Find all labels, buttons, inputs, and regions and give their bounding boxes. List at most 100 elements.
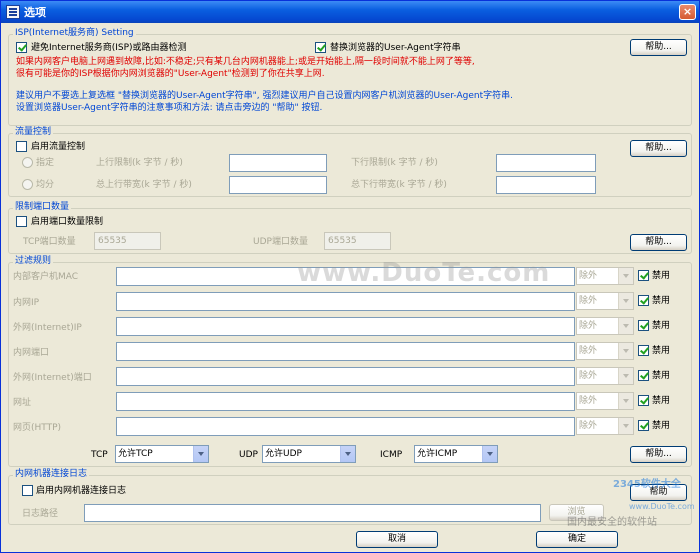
udp-port-count-label: UDP端口数量 <box>253 237 308 247</box>
filter-ban-label: 禁用 <box>652 321 671 331</box>
window-title: 选项 <box>24 6 46 19</box>
total-download-label: 总下行带宽(k 字节 / 秒) <box>351 180 447 190</box>
fixed-radio[interactable] <box>22 157 33 168</box>
filter-lan-ip-ban-checkbox[interactable] <box>638 295 649 306</box>
tcp-port-count-input[interactable]: 65535 <box>94 232 161 250</box>
enable-connection-log-checkbox[interactable] <box>22 485 33 496</box>
flow-control-group-title: 流量控制 <box>13 127 54 138</box>
replace-user-agent-label: 替换浏览器的User-Agent字符串 <box>330 43 461 53</box>
filter-lan-port-ban-checkbox[interactable] <box>638 345 649 356</box>
isp-warning-line-1: 如果内网客户电脑上网遇到故障,比如:不稳定;只有某几台内网机器能上;或是开始能上… <box>16 57 475 67</box>
chevron-down-icon <box>618 293 633 309</box>
isp-info-line-2: 设置浏览器User-Agent字符串的注意事项和方法: 请点击旁边的 "帮助" … <box>16 103 323 113</box>
chevron-down-icon <box>193 446 208 462</box>
filter-lan-port-input[interactable] <box>116 342 575 361</box>
filter-lan-port-mode-select[interactable]: 除外 <box>576 342 634 360</box>
flow-help-button[interactable]: 帮助... <box>630 140 687 157</box>
replace-user-agent-checkbox[interactable] <box>315 42 326 53</box>
isp-help-button[interactable]: 帮助... <box>630 39 687 56</box>
filter-wan-ip-mode-select[interactable]: 除外 <box>576 317 634 335</box>
chevron-down-icon <box>618 368 633 384</box>
filter-rules-group-title: 过滤规则 <box>13 256 54 267</box>
fixed-label: 指定 <box>36 158 55 168</box>
tcp-label: TCP <box>91 450 108 460</box>
filter-mode-value: 除外 <box>579 321 598 331</box>
tcp-select[interactable]: 允许TCP <box>115 445 209 463</box>
icmp-select[interactable]: 允许ICMP <box>414 445 498 463</box>
filter-url-ban-checkbox[interactable] <box>638 395 649 406</box>
udp-select[interactable]: 允许UDP <box>262 445 356 463</box>
chevron-down-icon <box>340 446 355 462</box>
window-icon <box>6 5 20 19</box>
enable-port-limit-label: 启用端口数量限制 <box>31 217 104 227</box>
filter-wan-ip-ban-checkbox[interactable] <box>638 320 649 331</box>
chevron-down-icon <box>482 446 497 462</box>
avoid-isp-detection-checkbox[interactable] <box>16 42 27 53</box>
udp-port-count-input[interactable]: 65535 <box>324 232 391 250</box>
watermark-center: www.DuoTe.com <box>297 258 551 288</box>
filter-lan-ip-mode-select[interactable]: 除外 <box>576 292 634 310</box>
upload-limit-input[interactable] <box>229 154 327 172</box>
filter-http-mode-select[interactable]: 除外 <box>576 417 634 435</box>
total-download-input[interactable] <box>496 176 596 194</box>
filter-mac-mode-select[interactable]: 除外 <box>576 267 634 285</box>
watermark-corner-site: www.DuoTe.com <box>629 502 695 511</box>
filter-row-label: 网址 <box>13 398 32 408</box>
total-upload-label: 总上行带宽(k 字节 / 秒) <box>96 180 192 190</box>
cancel-button[interactable]: 取消 <box>356 531 438 548</box>
filter-row-label: 内网IP <box>13 298 40 308</box>
isp-warning-line-2: 很有可能是你的ISP根据你内网浏览器的"User-Agent"检测到了你在共享上… <box>16 69 325 79</box>
filter-ban-label: 禁用 <box>652 421 671 431</box>
title-bar[interactable]: 选项 × <box>1 1 699 23</box>
filter-ban-label: 禁用 <box>652 346 671 356</box>
filter-row-label: 内网端口 <box>13 348 50 358</box>
isp-info-line-1: 建议用户不要选上复选框 "替换浏览器的User-Agent字符串", 强烈建议用… <box>16 91 513 101</box>
log-path-input[interactable] <box>84 504 541 522</box>
udp-select-value: 允许UDP <box>265 449 302 459</box>
filter-ban-label: 禁用 <box>652 396 671 406</box>
filter-mode-value: 除外 <box>579 271 598 281</box>
icmp-select-value: 允许ICMP <box>417 449 458 459</box>
filter-wan-port-input[interactable] <box>116 367 575 386</box>
chevron-down-icon <box>618 343 633 359</box>
filter-mode-value: 除外 <box>579 396 598 406</box>
download-limit-label: 下行限制(k 字节 / 秒) <box>351 158 438 168</box>
ok-button[interactable]: 确定 <box>536 531 618 548</box>
filter-mode-value: 除外 <box>579 421 598 431</box>
filter-wan-port-ban-checkbox[interactable] <box>638 370 649 381</box>
enable-port-limit-checkbox[interactable] <box>16 216 27 227</box>
isp-group-title: ISP(Internet服务商) Setting <box>13 28 136 39</box>
close-button[interactable]: × <box>679 4 696 20</box>
filter-mac-ban-checkbox[interactable] <box>638 270 649 281</box>
enable-flow-control-checkbox[interactable] <box>16 141 27 152</box>
filter-ban-label: 禁用 <box>652 271 671 281</box>
watermark-corner-brand: 2345软件大全 <box>613 479 681 490</box>
upload-limit-label: 上行限制(k 字节 / 秒) <box>96 158 183 168</box>
watermark-corner-slogan: 国内最安全的软件站 <box>567 517 657 528</box>
connection-log-group-title: 内网机器连接日志 <box>13 469 90 480</box>
options-dialog: 选项 × ISP(Internet服务商) Setting 避免Internet… <box>0 0 700 553</box>
enable-connection-log-label: 启用内网机器连接日志 <box>36 486 127 496</box>
filter-wan-ip-input[interactable] <box>116 317 575 336</box>
filter-http-input[interactable] <box>116 417 575 436</box>
chevron-down-icon <box>618 268 633 284</box>
filter-url-mode-select[interactable]: 除外 <box>576 392 634 410</box>
chevron-down-icon <box>618 418 633 434</box>
download-limit-input[interactable] <box>496 154 596 172</box>
filter-mode-value: 除外 <box>579 296 598 306</box>
total-upload-input[interactable] <box>229 176 327 194</box>
filter-lan-ip-input[interactable] <box>116 292 575 311</box>
enable-flow-control-label: 启用流量控制 <box>31 142 86 152</box>
filter-row-label: 内部客户机MAC <box>13 272 79 282</box>
filter-url-input[interactable] <box>116 392 575 411</box>
filter-row-label: 网页(HTTP) <box>13 423 62 433</box>
filter-mode-value: 除外 <box>579 371 598 381</box>
filter-wan-port-mode-select[interactable]: 除外 <box>576 367 634 385</box>
tcp-port-count-label: TCP端口数量 <box>23 237 76 247</box>
filter-help-button[interactable]: 帮助... <box>630 446 687 463</box>
filter-ban-label: 禁用 <box>652 371 671 381</box>
port-help-button[interactable]: 帮助... <box>630 234 687 251</box>
port-limit-group-title: 限制端口数量 <box>13 202 72 213</box>
average-radio[interactable] <box>22 179 33 190</box>
filter-http-ban-checkbox[interactable] <box>638 420 649 431</box>
